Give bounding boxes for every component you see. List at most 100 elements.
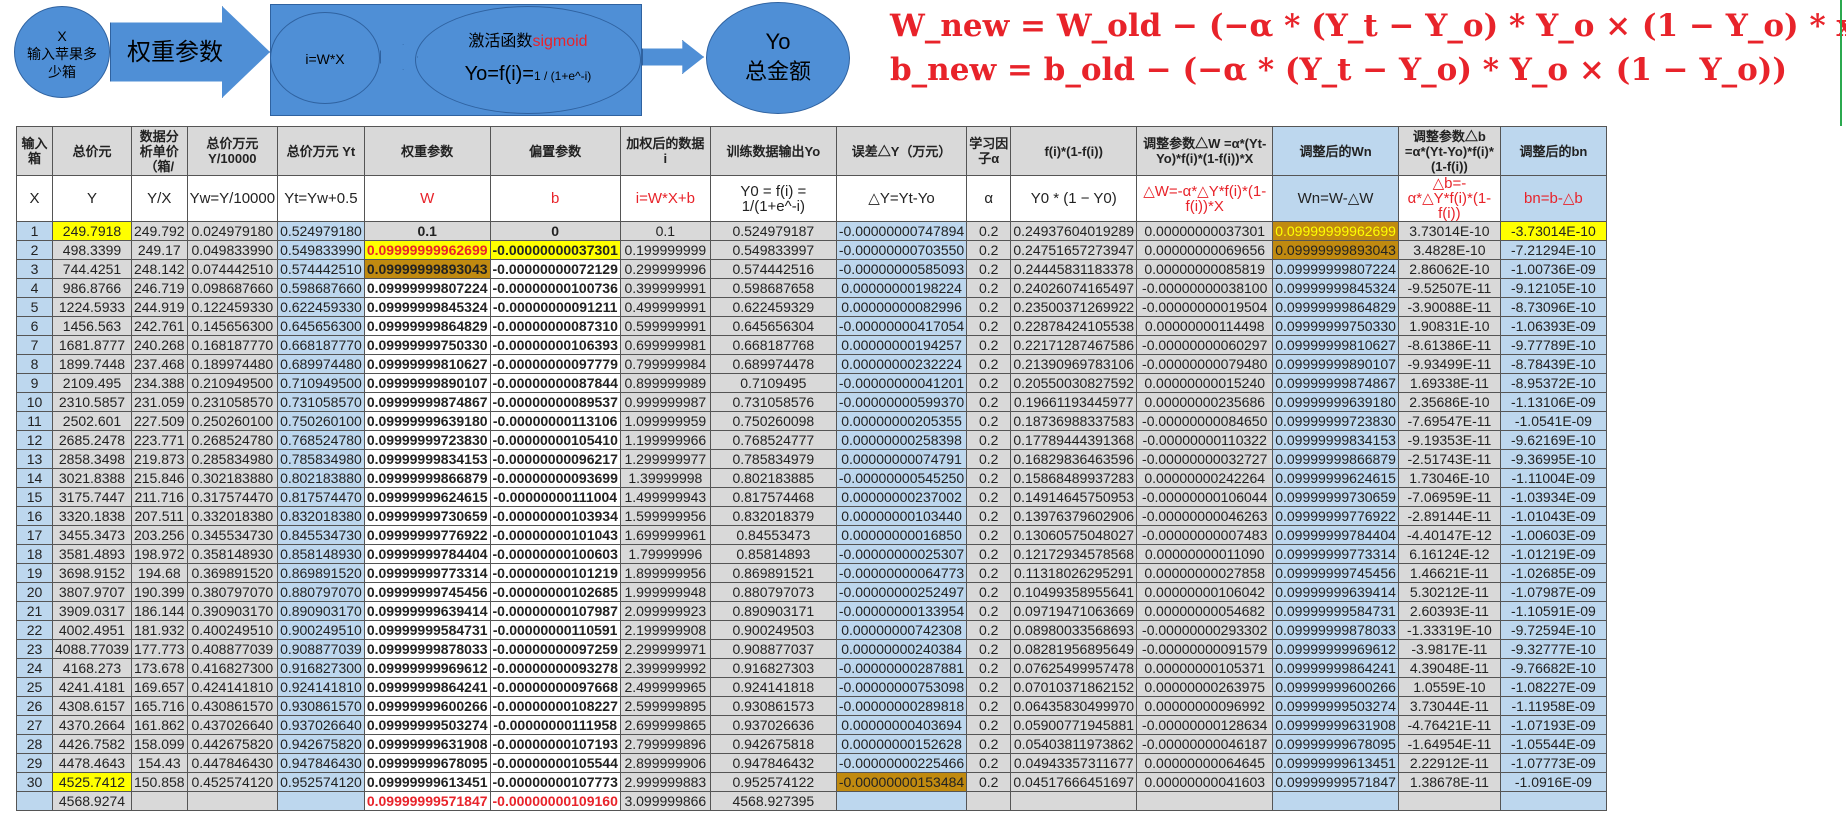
table-cell[interactable]: 0.7109495 <box>709 373 837 393</box>
table-cell[interactable]: 24 <box>16 658 53 678</box>
table-cell[interactable]: 1.79999996 <box>619 544 711 564</box>
table-cell[interactable]: 0.09999999893043 <box>363 259 491 279</box>
table-cell[interactable]: 223.771 <box>130 430 188 450</box>
table-cell[interactable]: 237.468 <box>130 354 188 374</box>
table-cell[interactable]: 0.250260100 <box>186 411 279 431</box>
table-cell[interactable]: 0.10499358955641 <box>1010 582 1138 602</box>
table-cell[interactable]: -0.00000000041201 <box>835 373 968 393</box>
table-cell[interactable]: -1.06393E-09 <box>1499 316 1607 336</box>
table-cell[interactable]: 1.499999943 <box>619 487 711 507</box>
table-cell[interactable]: 0.900249503 <box>709 620 837 640</box>
table-cell[interactable]: -0.00000000105410 <box>489 430 621 450</box>
table-cell[interactable]: 0.09999999878033 <box>1272 620 1399 640</box>
table-cell[interactable]: 0.07625499957478 <box>1010 658 1138 678</box>
table-cell[interactable]: -0.00000000703550 <box>835 240 968 260</box>
table-cell[interactable]: 0.00000000041603 <box>1136 772 1274 792</box>
table-cell[interactable]: 3455.3473 <box>52 525 132 545</box>
table-cell[interactable]: -0.00000000007483 <box>1136 525 1274 545</box>
table-cell[interactable]: 0.908877037 <box>709 639 837 659</box>
table-cell[interactable]: 0.890903170 <box>277 601 365 621</box>
table-cell[interactable]: 4525.7412 <box>52 772 132 792</box>
table-cell[interactable]: 0.999999987 <box>619 392 711 412</box>
table-cell[interactable]: 1456.563 <box>52 316 132 336</box>
table-cell[interactable]: -1.05544E-09 <box>1499 734 1607 754</box>
table-cell[interactable]: 0.22878424105538 <box>1010 316 1138 336</box>
table-cell[interactable]: 215.846 <box>130 468 188 488</box>
table-cell[interactable]: -1.10591E-09 <box>1499 601 1607 621</box>
table-cell[interactable]: 248.142 <box>130 259 188 279</box>
table-cell[interactable]: 1899.7448 <box>52 354 132 374</box>
table-cell[interactable]: 0.358148930 <box>186 544 279 564</box>
table-cell[interactable]: -0.00000000110591 <box>489 620 621 640</box>
table-cell[interactable]: 0.00000000037301 <box>1136 221 1274 241</box>
table-cell[interactable]: 0.85814893 <box>709 544 837 564</box>
table-cell[interactable]: 2.22912E-11 <box>1397 753 1501 773</box>
table-cell[interactable]: 169.657 <box>130 677 188 697</box>
table-cell[interactable]: 158.099 <box>130 734 188 754</box>
table-cell[interactable]: 0.09999999745456 <box>1272 563 1399 583</box>
table-cell[interactable]: 4.39048E-11 <box>1397 658 1501 678</box>
table-cell[interactable]: -0.00000000107193 <box>489 734 621 754</box>
table-cell[interactable]: 0.00000000096992 <box>1136 696 1274 716</box>
table-cell[interactable]: -0.00000000103934 <box>489 506 621 526</box>
table-cell[interactable]: -0.00000000252497 <box>835 582 968 602</box>
table-cell[interactable]: 0.437026640 <box>186 715 279 735</box>
table-cell[interactable]: 2.999999883 <box>619 772 711 792</box>
table-cell[interactable]: 0.09999999631908 <box>363 734 491 754</box>
table-cell[interactable]: 4426.7582 <box>52 734 132 754</box>
table-cell[interactable]: 9 <box>16 373 53 393</box>
table-cell[interactable]: 0.937026640 <box>277 715 365 735</box>
table-cell[interactable]: 2.60393E-11 <box>1397 601 1501 621</box>
table-cell[interactable]: -0.00000000091579 <box>1136 639 1274 659</box>
table-cell[interactable]: -3.9817E-11 <box>1397 639 1501 659</box>
table-cell[interactable]: -9.76682E-10 <box>1499 658 1607 678</box>
table-cell[interactable]: 0.2 <box>966 411 1012 431</box>
table-cell[interactable]: 0.710949500 <box>277 373 365 393</box>
table-cell[interactable]: 1.90831E-10 <box>1397 316 1501 336</box>
table-cell[interactable]: -0.00000000064773 <box>835 563 968 583</box>
table-cell[interactable]: 1.299999977 <box>619 449 711 469</box>
table-cell[interactable]: -1.00736E-09 <box>1499 259 1607 279</box>
table-cell[interactable]: 0.09999999807224 <box>363 278 491 298</box>
table-cell[interactable]: 0.2 <box>966 354 1012 374</box>
table-cell[interactable]: 1.899999956 <box>619 563 711 583</box>
table-cell[interactable]: 0.09999999890107 <box>363 373 491 393</box>
table-cell[interactable] <box>16 791 53 811</box>
table-cell[interactable]: 234.388 <box>130 373 188 393</box>
table-cell[interactable]: 0.00000000064645 <box>1136 753 1274 773</box>
table-cell[interactable]: 190.399 <box>130 582 188 602</box>
table-cell[interactable]: 2.499999965 <box>619 677 711 697</box>
table-cell[interactable]: 0.2 <box>966 506 1012 526</box>
table-cell[interactable]: 6 <box>16 316 53 336</box>
table-cell[interactable]: -0.00000000100603 <box>489 544 621 564</box>
table-cell[interactable]: 181.932 <box>130 620 188 640</box>
table-cell[interactable]: 0.817574470 <box>277 487 365 507</box>
table-cell[interactable]: 0.785834980 <box>277 449 365 469</box>
table-cell[interactable]: 0.09999999845324 <box>1272 278 1399 298</box>
table-cell[interactable]: 0.09999999962699 <box>363 240 491 260</box>
table-cell[interactable]: 0.2 <box>966 639 1012 659</box>
table-cell[interactable]: 0.668187770 <box>277 335 365 355</box>
table-cell[interactable]: 0.09999999893043 <box>1272 240 1399 260</box>
table-cell[interactable]: 0.598687660 <box>277 278 365 298</box>
table-cell[interactable]: 0.750260100 <box>277 411 365 431</box>
table-cell[interactable]: -0.00000000111958 <box>489 715 621 735</box>
table-cell[interactable]: 3.73044E-11 <box>1397 696 1501 716</box>
table-cell[interactable]: 0.19661193445977 <box>1010 392 1138 412</box>
table-cell[interactable]: 0.00000000011090 <box>1136 544 1274 564</box>
table-cell[interactable]: 0.2 <box>966 430 1012 450</box>
table-cell[interactable]: 203.256 <box>130 525 188 545</box>
table-cell[interactable]: 2109.495 <box>52 373 132 393</box>
table-cell[interactable]: 0.2 <box>966 487 1012 507</box>
table-cell[interactable]: 0.09999999969612 <box>363 658 491 678</box>
table-cell[interactable]: 2.599999895 <box>619 696 711 716</box>
table-cell[interactable] <box>835 791 968 811</box>
table-cell[interactable]: 26 <box>16 696 53 716</box>
table-cell[interactable]: 0.750260098 <box>709 411 837 431</box>
table-cell[interactable]: 0.689974478 <box>709 354 837 374</box>
table-cell[interactable]: 1.39999998 <box>619 468 711 488</box>
table-cell[interactable]: 0.689974480 <box>277 354 365 374</box>
table-cell[interactable]: -1.64954E-11 <box>1397 734 1501 754</box>
table-cell[interactable]: 0.06435830499970 <box>1010 696 1138 716</box>
table-cell[interactable]: 0.622459329 <box>709 297 837 317</box>
